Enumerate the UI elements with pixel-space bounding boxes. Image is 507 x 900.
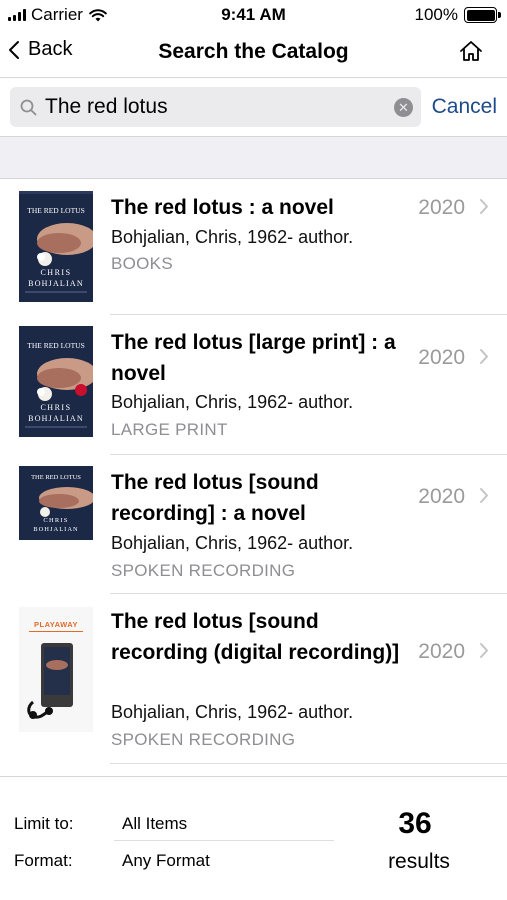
cover-title-text: THE RED LOTUS (27, 206, 85, 215)
result-title: The red lotus [sound recording] : a nove… (111, 471, 319, 525)
chevron-right-icon (480, 199, 488, 214)
cover-title-text: THE RED LOTUS (27, 341, 85, 350)
cover-title-text: THE RED LOTUS (31, 474, 81, 481)
battery-percent: 100% (414, 5, 458, 24)
filter-panel: Limit to: All Items Format: Any Format 3… (0, 776, 507, 900)
cover-author-last: BOHJALIAN (33, 526, 78, 533)
list-item[interactable]: THE RED LOTUS CHRIS BOHJALIAN The red lo… (0, 180, 507, 315)
cover-author-first: CHRIS (40, 403, 71, 412)
cover-author-first: CHRIS (43, 517, 68, 524)
list-item[interactable]: THE RED LOTUS CHRIS BOHJALIAN The red lo… (0, 455, 507, 594)
book-cover-image: THE RED LOTUS CHRIS BOHJALIAN (19, 326, 93, 437)
home-icon (460, 41, 482, 61)
result-title: The red lotus : a novel (111, 196, 334, 219)
search-area: ✕ Cancel (0, 79, 507, 136)
filter-divider (114, 840, 334, 841)
result-year: 2020 (418, 346, 465, 369)
chevron-right-icon (480, 643, 488, 658)
format-label: Format: (14, 851, 73, 870)
list-item[interactable]: THE RED LOTUS CHRIS BOHJALIAN The red lo… (0, 315, 507, 455)
status-bar: Carrier 9:41 AM 100% (0, 0, 507, 30)
result-author: Bohjalian, Chris, 1962- author. (111, 392, 354, 412)
result-format: SPOKEN RECORDING (111, 730, 296, 749)
book-cover-image: THE RED LOTUS CHRIS BOHJALIAN (19, 466, 93, 540)
list-item[interactable]: PLAYAWAY The red lotus [sound recording … (0, 594, 507, 764)
cancel-button[interactable]: Cancel (432, 95, 497, 119)
home-button[interactable] (459, 40, 483, 67)
result-year: 2020 (418, 485, 465, 508)
clear-icon[interactable]: ✕ (394, 98, 413, 117)
cover-author-first: CHRIS (40, 268, 71, 277)
limit-selector[interactable]: All Items (122, 814, 187, 834)
cover-author-last: BOHJALIAN (28, 414, 84, 423)
result-format: BOOKS (111, 254, 173, 273)
result-title: The red lotus [sound recording (digital … (111, 610, 400, 664)
search-input[interactable] (45, 95, 375, 119)
result-title: The red lotus [large print] : a novel (111, 331, 396, 385)
book-cover-image: PLAYAWAY (19, 607, 93, 732)
limit-label: Limit to: (14, 814, 74, 833)
search-icon (20, 99, 37, 115)
result-count-label: results (388, 850, 450, 873)
chevron-right-icon (480, 488, 488, 503)
result-format: SPOKEN RECORDING (111, 561, 296, 580)
status-right: 100% (414, 5, 501, 25)
nav-bar: Back Search the Catalog (0, 30, 507, 78)
cover-author-last: BOHJALIAN (28, 279, 84, 288)
battery-icon (464, 7, 501, 23)
cover-brand-text: PLAYAWAY (34, 620, 78, 629)
chevron-right-icon (480, 349, 488, 364)
book-cover-image: THE RED LOTUS CHRIS BOHJALIAN (19, 191, 93, 302)
section-band (0, 136, 507, 179)
search-field[interactable]: ✕ (10, 87, 421, 127)
result-author: Bohjalian, Chris, 1962- author. (111, 702, 354, 722)
page-title: Search the Catalog (158, 40, 349, 63)
result-count: 36 (398, 807, 432, 840)
result-year: 2020 (418, 196, 465, 219)
result-year: 2020 (418, 640, 465, 663)
format-selector[interactable]: Any Format (122, 851, 210, 871)
result-author: Bohjalian, Chris, 1962- author. (111, 533, 354, 553)
result-format: LARGE PRINT (111, 420, 228, 439)
result-author: Bohjalian, Chris, 1962- author. (111, 227, 354, 247)
